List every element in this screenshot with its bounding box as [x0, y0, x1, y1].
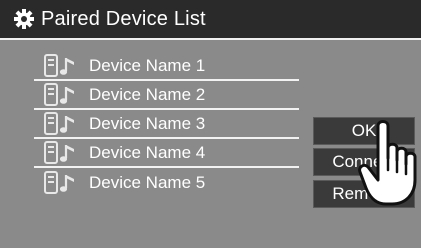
device-row-1[interactable]: Device Name 1 [34, 52, 299, 81]
pointing-hand-icon [356, 118, 421, 206]
paired-device-screen: Paired Device List Device Name 1 Device … [0, 0, 421, 248]
header-bar: Paired Device List [0, 0, 421, 40]
phone-audio-icon [44, 140, 80, 166]
device-name: Device Name 5 [89, 172, 206, 192]
device-row-5[interactable]: Device Name 5 [34, 168, 299, 197]
device-row-4[interactable]: Device Name 4 [34, 139, 299, 168]
gear-icon [13, 8, 35, 30]
device-row-3[interactable]: Device Name 3 [34, 110, 299, 139]
page-title: Paired Device List [41, 7, 206, 30]
device-name: Device Name 2 [89, 84, 206, 104]
phone-audio-icon [44, 82, 80, 108]
device-row-2[interactable]: Device Name 2 [34, 81, 299, 110]
phone-audio-icon [44, 53, 80, 79]
device-name: Device Name 1 [89, 55, 206, 75]
device-name: Device Name 4 [89, 142, 206, 162]
phone-audio-icon [44, 170, 80, 196]
device-name: Device Name 3 [89, 113, 206, 133]
phone-audio-icon [44, 111, 80, 137]
